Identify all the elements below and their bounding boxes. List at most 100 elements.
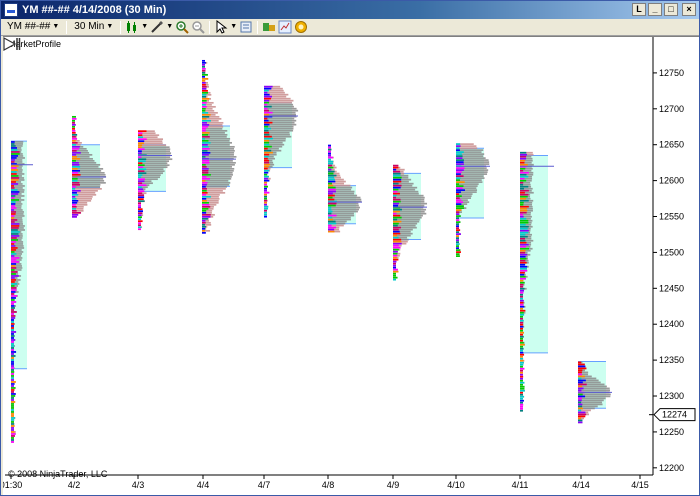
tpo-segment xyxy=(578,403,583,406)
tpo-segment xyxy=(11,391,14,393)
tpo-segment xyxy=(264,189,267,192)
interval-selector[interactable]: 30 Min ▼ xyxy=(71,20,116,34)
tpo-segment xyxy=(11,265,16,267)
tpo-segment xyxy=(456,149,460,151)
zoom-out-icon[interactable] xyxy=(191,20,205,34)
tpo-segment xyxy=(520,305,525,308)
market-profile-chart[interactable]: 12750 12700 12650 12600 12550 12500 12450 12400… xyxy=(3,37,699,496)
tpo-segment xyxy=(393,188,399,191)
tpo-segment xyxy=(264,181,268,184)
tpo-segment xyxy=(202,179,206,182)
tpo-segment xyxy=(138,140,145,143)
tpo-segment xyxy=(520,315,523,318)
toolbar-divider xyxy=(209,20,211,34)
tpo-segment xyxy=(264,129,269,132)
tpo-segment xyxy=(138,202,141,205)
tpo-segment xyxy=(328,172,334,175)
close-button[interactable]: × xyxy=(682,3,696,16)
alert-icon[interactable] xyxy=(294,20,308,34)
tpo-segment xyxy=(202,93,207,96)
chart-trader-icon[interactable] xyxy=(278,20,292,34)
chevron-down-icon[interactable]: ▼ xyxy=(166,20,173,34)
tpo-segment xyxy=(202,171,209,174)
title-bar[interactable]: YM ##-## 4/14/2008 (30 Min) L _ □ × xyxy=(1,1,699,19)
tpo-segment xyxy=(11,227,19,229)
tpo-segment xyxy=(202,127,207,130)
tpo-segment xyxy=(520,263,526,266)
profile-row xyxy=(138,152,172,155)
tpo-segment xyxy=(11,395,16,397)
maximize-button[interactable]: □ xyxy=(664,3,678,16)
tpo-segment xyxy=(11,149,18,151)
instrument-selector[interactable]: YM ##-## ▼ xyxy=(4,20,62,34)
chevron-down-icon[interactable]: ▼ xyxy=(141,20,148,34)
tpo-segment xyxy=(578,405,583,408)
tpo-segment xyxy=(202,187,207,190)
tpo-segment xyxy=(520,369,523,372)
candlestick-icon[interactable] xyxy=(125,20,139,34)
tpo-segment xyxy=(72,207,77,210)
tpo-segment xyxy=(456,217,459,219)
tpo-segment xyxy=(202,169,209,172)
tpo-segment xyxy=(202,217,208,220)
tpo-segment xyxy=(72,183,80,186)
tpo-segment xyxy=(264,127,271,130)
chart-panel[interactable]: 12750 12700 12650 12600 12550 12500 12450 12400… xyxy=(3,36,699,495)
pointer-icon[interactable] xyxy=(214,20,228,34)
tpo-segment xyxy=(456,153,462,155)
tpo-segment xyxy=(11,335,15,337)
tpo-segment xyxy=(202,141,211,144)
tpo-segment xyxy=(520,279,524,282)
tpo-segment xyxy=(328,160,334,163)
tpo-segment xyxy=(11,329,14,331)
tpo-segment xyxy=(520,217,527,220)
tpo-segment xyxy=(578,421,583,424)
tpo-segment xyxy=(11,375,14,377)
tpo-segment xyxy=(456,181,465,183)
tpo-segment xyxy=(520,331,525,334)
tpo-segment xyxy=(456,211,460,213)
tpo-segment xyxy=(520,377,523,380)
tpo-segment xyxy=(328,222,337,225)
tpo-segment xyxy=(264,161,269,164)
tpo-segment xyxy=(11,419,15,421)
scroll-to-end-icon[interactable] xyxy=(3,37,21,51)
chevron-down-icon[interactable]: ▼ xyxy=(230,20,237,34)
tpo-segment xyxy=(520,321,524,324)
tpo-segment xyxy=(328,182,332,185)
y-tick-label: 12750 xyxy=(659,68,684,78)
tpo-segment xyxy=(456,147,460,149)
tpo-segment xyxy=(456,207,465,209)
tpo-segment xyxy=(264,197,267,200)
toolbar-divider xyxy=(120,20,122,34)
tpo-segment xyxy=(202,139,209,142)
tpo-segment xyxy=(393,258,399,261)
zoom-in-icon[interactable] xyxy=(175,20,189,34)
tpo-segment xyxy=(72,151,81,154)
tpo-segment xyxy=(11,283,18,285)
minimize-button[interactable]: _ xyxy=(648,3,662,16)
chevron-down-icon: ▼ xyxy=(106,23,114,30)
strategy-icon[interactable] xyxy=(262,20,276,34)
tpo-segment xyxy=(520,371,523,374)
tpo-segment xyxy=(520,159,526,162)
tpo-segment xyxy=(393,234,398,237)
tpo-segment xyxy=(393,184,402,187)
tpo-segment xyxy=(202,185,206,188)
link-button[interactable]: L xyxy=(632,3,646,16)
tpo-segment xyxy=(456,157,463,159)
tpo-segment xyxy=(578,367,587,370)
pencil-icon[interactable] xyxy=(150,20,164,34)
tpo-segment xyxy=(328,228,335,231)
profile-row xyxy=(72,187,102,190)
copyright-text: © 2008 NinjaTrader, LLC xyxy=(8,469,108,479)
tpo-segment xyxy=(520,157,527,160)
tpo-segment xyxy=(264,167,268,170)
properties-icon[interactable] xyxy=(239,20,253,34)
tpo-segment xyxy=(11,255,15,257)
tpo-segment xyxy=(393,168,397,171)
tpo-segment xyxy=(72,215,77,218)
tpo-segment xyxy=(393,190,398,193)
tpo-segment xyxy=(264,145,272,148)
tpo-segment xyxy=(456,163,464,165)
